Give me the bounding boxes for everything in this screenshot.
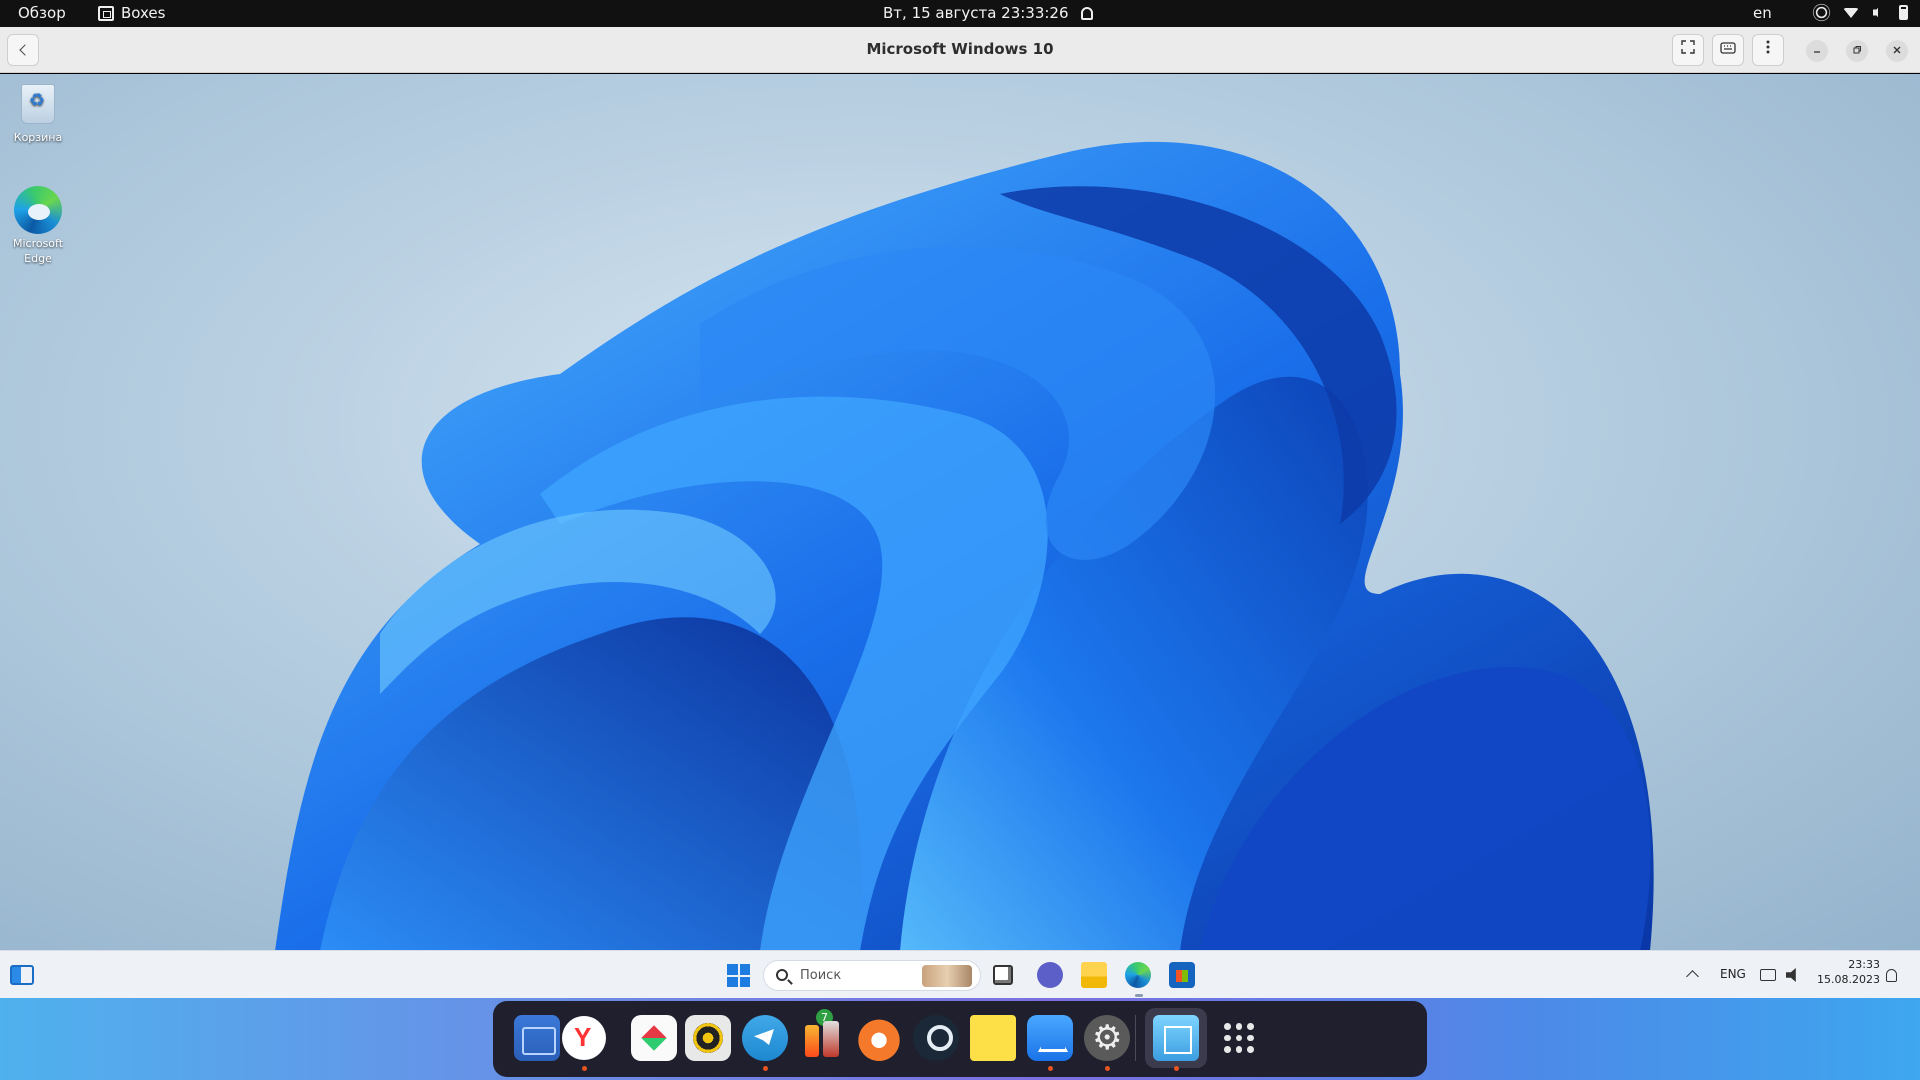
restore-icon <box>1853 46 1861 54</box>
minimize-button[interactable] <box>1806 40 1828 62</box>
wifi-icon <box>1843 7 1859 18</box>
dock-anydesk-icon[interactable] <box>631 1015 677 1061</box>
menu-icon <box>1766 40 1770 54</box>
system-tray[interactable] <box>1814 5 1908 20</box>
boxes-header-bar: Microsoft Windows 10 <box>0 27 1920 73</box>
show-apps-grid-dot <box>1247 1046 1254 1053</box>
search-highlight-image <box>922 965 972 987</box>
dock-app-center-icon[interactable] <box>1027 1015 1073 1061</box>
dock-steam-icon[interactable] <box>913 1015 959 1061</box>
dock-sticky-notes-icon[interactable] <box>970 1015 1016 1061</box>
desktop-icon-recycle-bin[interactable]: Корзина <box>0 84 76 145</box>
desktop-icon-label: Корзина <box>13 131 63 144</box>
minimize-icon <box>1814 51 1820 53</box>
gnome-top-bar: Обзор Boxes Вт, 15 августа 23:33:26 en <box>0 0 1920 27</box>
show-apps-grid-dot <box>1247 1034 1254 1042</box>
teams-chat-icon[interactable] <box>1037 962 1063 988</box>
widgets-icon[interactable] <box>10 965 34 985</box>
fullscreen-icon <box>1681 40 1695 54</box>
notification-center-icon[interactable] <box>1886 969 1897 982</box>
dock-files-icon[interactable] <box>514 1015 560 1061</box>
edge-icon <box>14 186 62 234</box>
desktop-icon-label: Microsoft Edge <box>12 237 64 265</box>
show-apps-grid-dot <box>1224 1046 1231 1053</box>
running-indicator <box>1105 1066 1110 1071</box>
maximize-button[interactable] <box>1846 40 1868 62</box>
show-hidden-icons-chevron-icon[interactable] <box>1686 970 1699 983</box>
notification-bell-icon <box>1080 7 1093 20</box>
input-language-indicator[interactable]: ENG <box>1720 967 1746 981</box>
window-title: Microsoft Windows 10 <box>866 40 1054 58</box>
show-apps-grid-dot <box>1224 1023 1231 1030</box>
bloom-wallpaper <box>275 141 1654 951</box>
show-apps-grid-dot <box>1235 1023 1243 1030</box>
boxes-app-icon <box>98 6 114 21</box>
dock-bottles-icon[interactable] <box>799 1015 845 1061</box>
recycle-bin-icon <box>21 84 55 124</box>
dock-yandex-browser-icon[interactable] <box>562 1016 606 1060</box>
volume-icon[interactable] <box>1786 968 1796 982</box>
app-menu[interactable]: Boxes <box>98 4 165 23</box>
taskbar-search-box[interactable]: Поиск <box>763 960 981 991</box>
dock-settings-icon[interactable] <box>1084 1015 1130 1061</box>
keyboard-icon <box>1720 42 1736 54</box>
show-apps-grid-dot <box>1247 1023 1254 1030</box>
ubuntu-dock: 7 <box>493 1001 1427 1077</box>
app-menu-label: Boxes <box>121 4 166 22</box>
guest-desktop[interactable]: Корзина Microsoft Edge <box>0 74 1920 951</box>
dock-separator <box>1135 1015 1136 1061</box>
volume-icon <box>1873 5 1881 20</box>
running-indicator <box>1174 1066 1179 1071</box>
task-view-icon[interactable] <box>993 965 1013 985</box>
edge-running-indicator <box>1135 994 1143 997</box>
start-logo-tile <box>739 964 750 975</box>
start-logo-tile <box>727 976 738 987</box>
store-icon[interactable] <box>1169 962 1195 988</box>
clock-label: Вт, 15 августа 23:33:26 <box>883 4 1069 22</box>
close-icon <box>1893 46 1901 54</box>
dock-boxes-icon[interactable] <box>1153 1015 1199 1061</box>
battery-icon <box>1899 5 1908 20</box>
taskbar-date: 15.08.2023 <box>1817 973 1880 986</box>
search-placeholder: Поиск <box>800 968 842 983</box>
input-language-indicator[interactable]: en <box>1753 4 1772 23</box>
dock-telegram-icon[interactable] <box>742 1015 788 1061</box>
file-explorer-icon[interactable] <box>1081 962 1107 988</box>
close-button[interactable] <box>1886 40 1908 62</box>
show-apps-grid-dot <box>1235 1046 1243 1053</box>
windows-start-button[interactable] <box>727 964 750 987</box>
fullscreen-button[interactable] <box>1672 34 1704 66</box>
edge-taskbar-icon[interactable] <box>1125 962 1151 988</box>
show-apps-grid-dot <box>1235 1034 1243 1042</box>
send-keys-button[interactable] <box>1712 34 1744 66</box>
dock-rhythmbox-icon[interactable] <box>685 1015 731 1061</box>
taskbar-time: 23:33 <box>1848 958 1880 971</box>
search-icon <box>776 969 788 981</box>
clock-button[interactable]: Вт, 15 августа 23:33:26 <box>883 4 1093 23</box>
running-indicator <box>763 1066 768 1071</box>
start-logo-tile <box>739 976 750 987</box>
windows-taskbar: Поиск ENG 23:33 15.08.2023 <box>0 950 1920 998</box>
show-apps-grid-dot <box>1224 1034 1231 1042</box>
running-indicator <box>582 1066 587 1071</box>
taskbar-clock[interactable]: 23:33 15.08.2023 <box>1812 957 1880 987</box>
show-apps-grid-icon[interactable] <box>1219 1018 1259 1058</box>
desktop-icon-edge[interactable]: Microsoft Edge <box>0 186 76 266</box>
brightness-icon <box>1815 6 1828 19</box>
menu-button[interactable] <box>1752 34 1784 66</box>
start-logo-tile <box>727 964 738 975</box>
activities-button[interactable]: Обзор <box>18 4 66 23</box>
running-indicator <box>1048 1066 1053 1071</box>
network-icon[interactable] <box>1760 969 1776 981</box>
dock-blender-icon[interactable] <box>856 1015 902 1061</box>
